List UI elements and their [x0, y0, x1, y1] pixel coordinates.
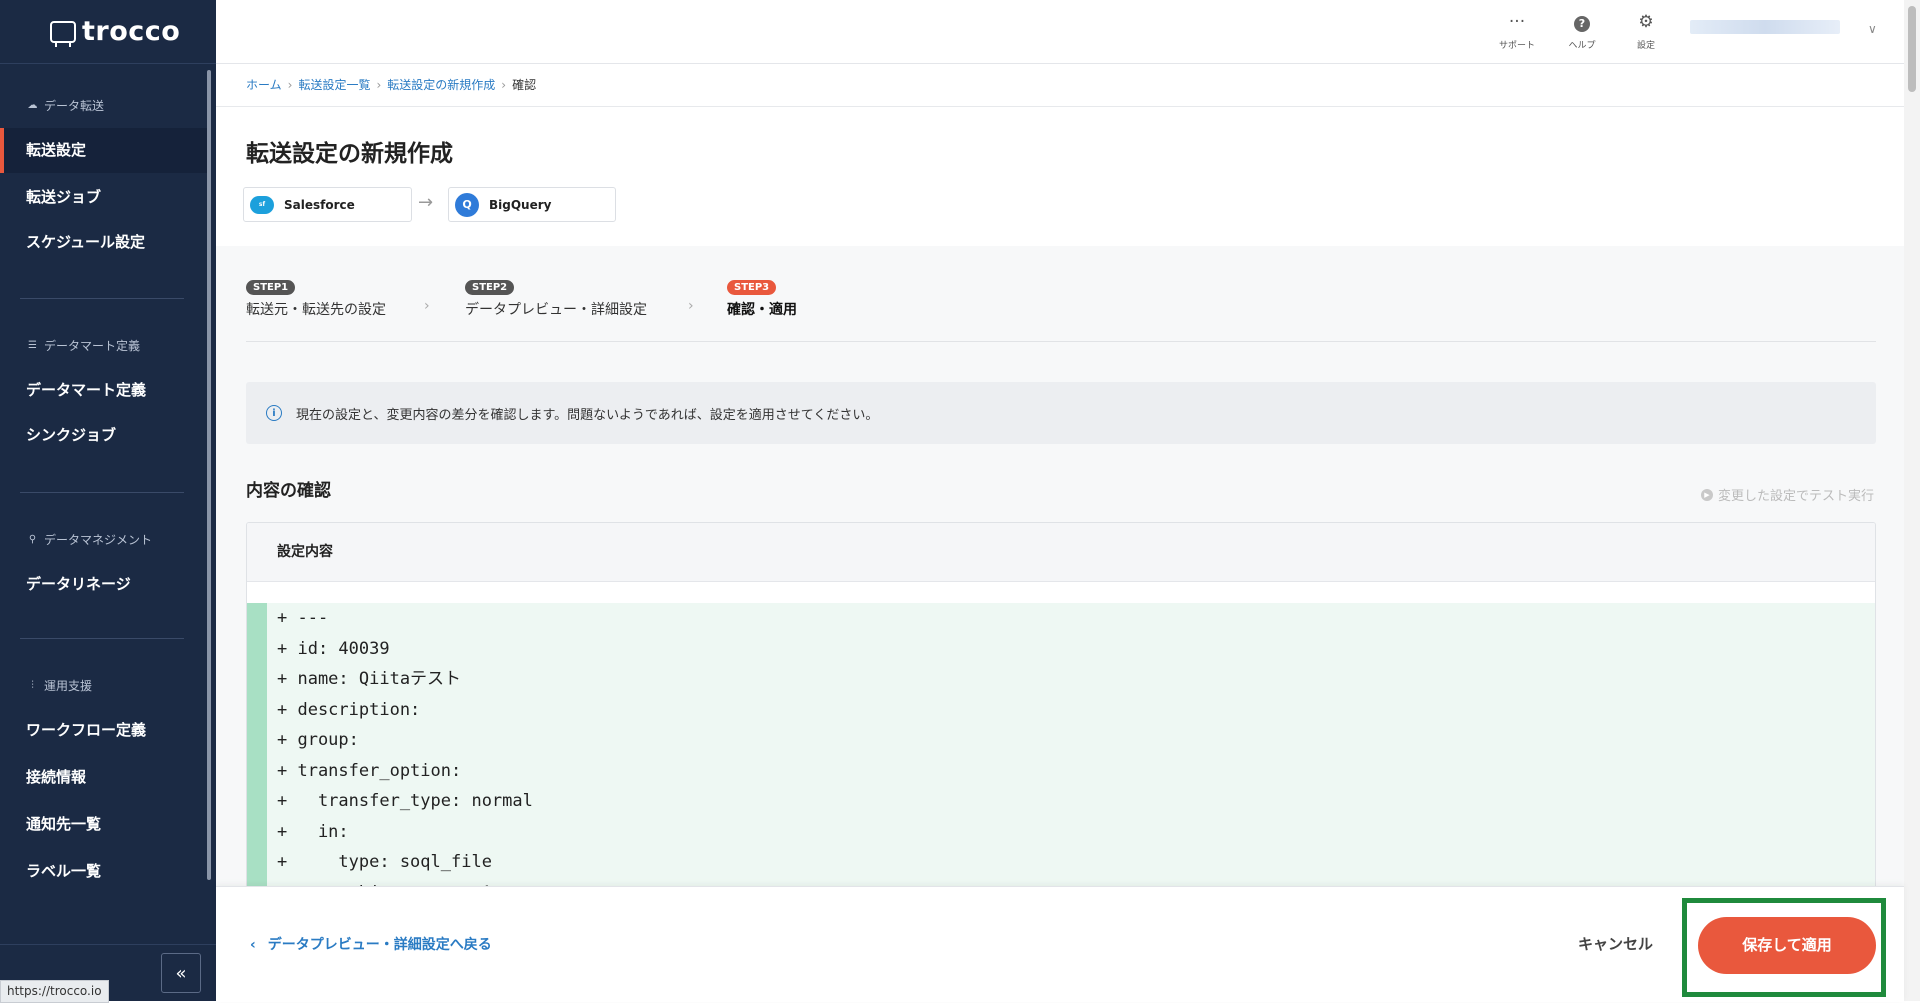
destination-name: BigQuery: [489, 197, 552, 212]
section-title: ⫶ 運用支援: [0, 676, 216, 696]
list-icon: ☰: [28, 340, 37, 351]
step-label: 確認・適用: [727, 302, 797, 318]
source-name: Salesforce: [284, 197, 355, 212]
arrow-right-icon: →: [418, 192, 434, 213]
sidebar: trocco ☁ データ転送 転送設定 転送ジョブ スケジュール設定 ☰ データマー…: [0, 0, 216, 1001]
more-dots-icon: ···: [1508, 12, 1526, 32]
sidebar-scrollbar[interactable]: [207, 70, 211, 880]
play-icon: ▶: [1700, 488, 1713, 501]
diff-line: + transfer_option:: [277, 760, 462, 781]
diff-line: + group:: [277, 730, 359, 750]
section-title: ☰ データマート定義: [0, 336, 216, 356]
chevron-down-icon[interactable]: ∨: [1868, 22, 1877, 36]
breadcrumb: ホーム › 転送設定一覧 › 転送設定の新規作成 › 確認: [246, 76, 536, 93]
step-label: データプレビュー・詳細設定: [465, 302, 647, 318]
logo[interactable]: trocco: [0, 0, 216, 64]
chevron-right-icon: ›: [424, 298, 430, 314]
sidebar-item-notifications[interactable]: 通知先一覧: [0, 802, 216, 847]
chevron-left-icon: ‹: [250, 937, 256, 953]
diff-gutter: [247, 603, 267, 887]
sidebar-item-sync-jobs[interactable]: シンクジョブ: [0, 413, 216, 458]
diff-line: + in:: [277, 821, 349, 842]
sidebar-item-lineage[interactable]: データリネージ: [0, 562, 216, 607]
chevron-right-icon: ›: [501, 78, 507, 92]
breadcrumb-transfer-list[interactable]: 転送設定一覧: [298, 78, 370, 92]
status-bar-url: https://trocco.io: [0, 980, 109, 1003]
settings-diff-card: 設定内容 + --- + id: 40039 + name: Qiitaテスト …: [246, 522, 1876, 887]
sidebar-section-operations: ⫶ 運用支援 ワークフロー定義 接続情報 通知先一覧 ラベル一覧: [0, 676, 216, 894]
sidebar-item-datamart[interactable]: データマート定義: [0, 368, 216, 413]
user-menu[interactable]: [1690, 20, 1840, 34]
step-label: 転送元・転送先の設定: [246, 302, 386, 318]
sidebar-item-schedule[interactable]: スケジュール設定: [0, 220, 216, 265]
breadcrumb-home[interactable]: ホーム: [246, 78, 282, 92]
scrollbar-thumb[interactable]: [1908, 6, 1916, 92]
step-badge: STEP3: [727, 280, 777, 295]
section-title: ⚲ データマネジメント: [0, 530, 216, 550]
breadcrumb-current: 確認: [512, 78, 537, 92]
diff-line: + transfer_type: normal: [277, 791, 533, 811]
diff-lines: + --- + id: 40039 + name: Qiitaテスト + des…: [277, 603, 553, 887]
salesforce-icon: sf: [250, 193, 274, 217]
page-scrollbar[interactable]: [1904, 0, 1920, 1001]
diff-line: + description:: [277, 699, 421, 720]
chevron-right-icon: ›: [376, 78, 382, 92]
action-footer: ‹ データプレビュー・詳細設定へ戻る キャンセル 保存して適用: [216, 886, 1904, 1002]
sidebar-section-data-transfer: ☁ データ転送 転送設定 転送ジョブ スケジュール設定: [0, 96, 216, 265]
diff-line: + id: 40039: [277, 638, 390, 659]
sidebar-divider: [20, 492, 184, 493]
test-run-button[interactable]: ▶ 変更した設定でテスト実行: [1700, 485, 1874, 504]
section-title: ☁ データ転送: [27, 99, 105, 113]
diff-view: + --- + id: 40039 + name: Qiitaテスト + des…: [247, 603, 1875, 887]
destination-connector: Q BigQuery: [448, 187, 616, 222]
info-text: 現在の設定と、変更内容の差分を確認します。問題ないようであれば、設定を適用させて…: [296, 407, 879, 423]
info-alert: i 現在の設定と、変更内容の差分を確認します。問題ないようであれば、設定を適用さ…: [246, 382, 1876, 444]
diff-line: + name: Qiitaテスト: [277, 669, 462, 689]
sidebar-divider: [0, 944, 216, 945]
gear-icon: ⚙: [1638, 12, 1654, 32]
section-heading: 内容の確認: [246, 481, 331, 501]
step-2: STEP2 データプレビュー・詳細設定: [465, 275, 647, 319]
sidebar-divider: [20, 298, 184, 299]
help-icon: ?: [1552, 12, 1612, 34]
breadcrumb-new-transfer[interactable]: 転送設定の新規作成: [387, 78, 495, 92]
bigquery-icon: Q: [455, 192, 479, 217]
info-icon: i: [266, 405, 282, 421]
chevron-right-icon: ›: [287, 78, 293, 92]
diff-line: + type: soql_file: [277, 852, 492, 872]
diff-line: + ---: [277, 608, 329, 628]
cancel-button[interactable]: キャンセル: [1578, 933, 1653, 954]
sidebar-divider: [20, 638, 184, 639]
step-3: STEP3 確認・適用: [727, 275, 797, 319]
divider: [246, 341, 1876, 342]
step-badge: STEP1: [246, 280, 296, 295]
trocco-logo-icon: [50, 20, 76, 47]
save-and-apply-button[interactable]: 保存して適用: [1698, 917, 1876, 974]
divider: [216, 106, 1904, 107]
source-connector: sf Salesforce: [243, 187, 412, 222]
sidebar-item-connections[interactable]: 接続情報: [0, 755, 216, 800]
card-title: 設定内容: [247, 523, 1875, 582]
step-badge: STEP2: [465, 280, 515, 295]
help-button[interactable]: ? ヘルプ: [1552, 12, 1612, 51]
lineage-icon: ⚲: [28, 534, 37, 545]
sidebar-item-transfer-settings[interactable]: 転送設定: [0, 128, 210, 173]
top-header: ··· サポート ? ヘルプ ⚙ 設定 ∨: [216, 0, 1904, 64]
sidebar-section-datamart: ☰ データマート定義 データマート定義 シンクジョブ: [0, 336, 216, 458]
cloud-icon: ☁: [27, 100, 38, 111]
logo-text: trocco: [82, 16, 181, 47]
sidebar-section-data-management: ⚲ データマネジメント データリネージ: [0, 530, 216, 607]
support-button[interactable]: ··· サポート: [1487, 12, 1547, 51]
sidebar-item-transfer-jobs[interactable]: 転送ジョブ: [0, 175, 216, 220]
settings-button[interactable]: ⚙ 設定: [1616, 12, 1676, 51]
step-1: STEP1 転送元・転送先の設定: [246, 275, 386, 319]
sidebar-item-labels[interactable]: ラベル一覧: [0, 849, 216, 894]
page-title: 転送設定の新規作成: [246, 141, 453, 167]
collapse-sidebar-button[interactable]: «: [161, 953, 201, 993]
chevron-right-icon: ›: [688, 298, 694, 314]
sidebar-item-workflow[interactable]: ワークフロー定義: [0, 708, 216, 753]
sliders-icon: ⫶: [31, 680, 34, 691]
back-to-preview-link[interactable]: ‹ データプレビュー・詳細設定へ戻る: [250, 934, 492, 954]
